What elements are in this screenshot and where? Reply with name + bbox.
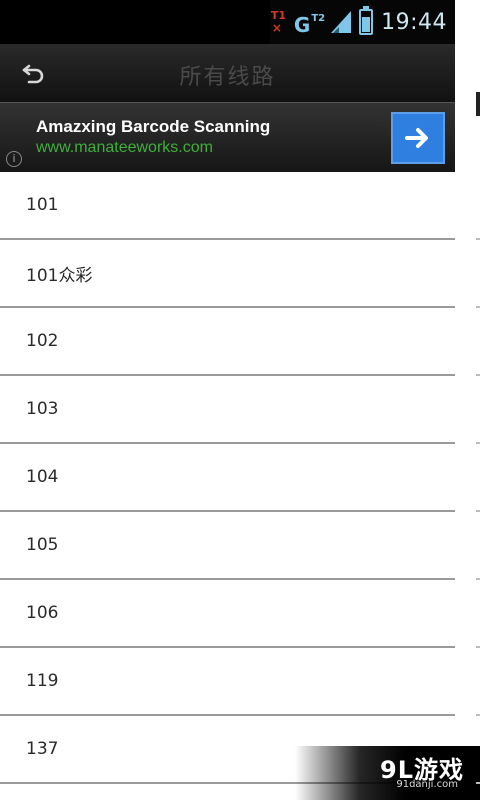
route-list-item[interactable]: 102 <box>0 308 455 376</box>
background-edge-tick <box>476 782 480 784</box>
ad-open-button[interactable] <box>391 112 445 164</box>
network-type-label: G <box>293 13 311 37</box>
background-edge-tick <box>476 238 480 240</box>
route-list-item[interactable]: 106 <box>0 580 455 648</box>
sim-missing-mark: × <box>271 21 282 35</box>
battery-charging-icon <box>359 6 374 35</box>
route-list-item[interactable]: 103 <box>0 376 455 444</box>
sim-slot-label: T1 <box>270 9 287 22</box>
ad-banner[interactable]: Amazxing Barcode Scanning www.manateewor… <box>0 102 455 172</box>
background-edge-tick <box>476 442 480 444</box>
phone-screen: T1 × G T2 19:44 所有线路 Amazxing Barcode Sc… <box>0 0 455 800</box>
watermark-site: 91danji.com <box>396 779 458 790</box>
signal-strength-icon <box>331 11 352 33</box>
status-bar-redacted-area <box>0 0 270 44</box>
status-bar: T1 × G T2 19:44 <box>0 0 455 44</box>
background-edge-tick <box>476 510 480 512</box>
route-list-item[interactable]: 104 <box>0 444 455 512</box>
background-edge-mark <box>476 92 480 116</box>
route-list-item[interactable]: 101 <box>0 172 455 240</box>
action-bar: 所有线路 <box>0 44 455 102</box>
background-edge-tick <box>476 578 480 580</box>
watermark: 9L游戏 91danji.com <box>295 746 480 800</box>
background-edge <box>455 0 480 800</box>
route-list-item[interactable]: 105 <box>0 512 455 580</box>
arrow-right-icon <box>405 128 428 148</box>
background-edge-tick <box>476 374 480 376</box>
background-edge-tick <box>476 714 480 716</box>
route-list-item[interactable]: 119 <box>0 648 455 716</box>
status-clock: 19:44 <box>381 9 447 35</box>
background-edge-tick <box>476 306 480 308</box>
route-list-item[interactable]: 101众彩 <box>0 240 455 308</box>
route-list: 101 101众彩 102 103 104 105 106 119 137 <box>0 172 455 784</box>
network-type-icon: G T2 <box>294 8 325 36</box>
background-edge-tick <box>476 646 480 648</box>
network-type-superscript: T2 <box>311 13 326 24</box>
status-icons: T1 × G T2 19:44 <box>268 0 447 44</box>
ad-title[interactable]: Amazxing Barcode Scanning <box>36 117 270 137</box>
no-sim-icon: T1 × <box>268 8 288 36</box>
ad-url[interactable]: www.manateeworks.com <box>36 139 213 157</box>
page-title: 所有线路 <box>179 65 276 90</box>
info-icon[interactable]: i <box>6 151 22 167</box>
